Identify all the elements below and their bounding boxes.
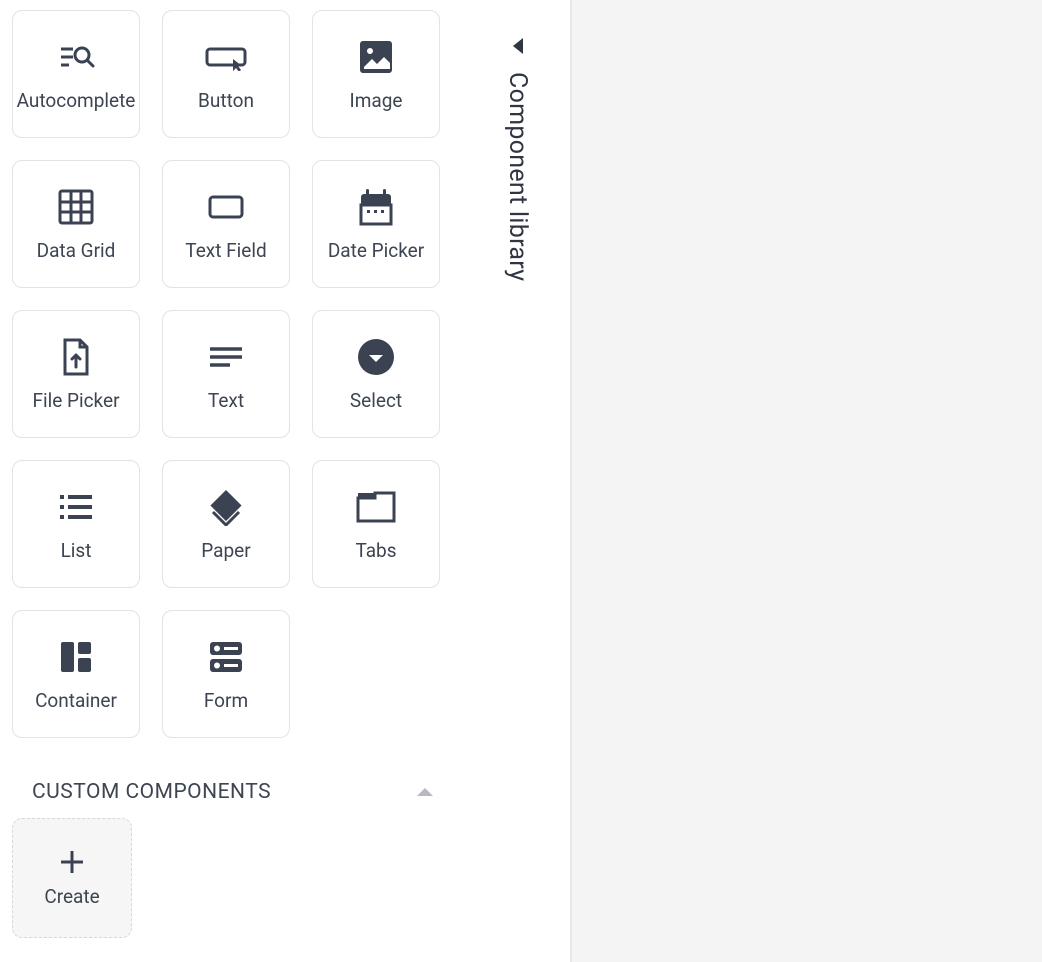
list-icon xyxy=(58,487,94,527)
component-list[interactable]: List xyxy=(12,460,140,588)
component-label: Image xyxy=(350,89,403,112)
form-icon xyxy=(208,637,244,677)
component-image[interactable]: Image xyxy=(312,10,440,138)
component-textfield[interactable]: Text Field xyxy=(162,160,290,288)
filepicker-icon xyxy=(60,337,92,377)
component-container[interactable]: Container xyxy=(12,610,140,738)
component-label: Tabs xyxy=(355,539,396,562)
component-paper[interactable]: Paper xyxy=(162,460,290,588)
component-label: Container xyxy=(35,689,117,712)
custom-section-header[interactable]: CUSTOM COMPONENTS xyxy=(12,780,453,818)
datagrid-icon xyxy=(57,187,95,227)
component-filepicker[interactable]: File Picker xyxy=(12,310,140,438)
component-button[interactable]: Button xyxy=(162,10,290,138)
custom-section-title: CUSTOM COMPONENTS xyxy=(32,780,271,804)
component-label: Text Field xyxy=(185,239,266,262)
container-icon xyxy=(59,637,93,677)
component-label: Text xyxy=(208,389,244,412)
component-tabs[interactable]: Tabs xyxy=(312,460,440,588)
sidebar-label-strip: Component library xyxy=(465,0,570,962)
component-label: File Picker xyxy=(32,389,119,412)
canvas-area[interactable] xyxy=(572,0,1042,962)
component-label: Data Grid xyxy=(37,239,116,262)
component-label: Paper xyxy=(201,539,250,562)
image-icon xyxy=(358,37,394,77)
component-label: Date Picker xyxy=(328,239,424,262)
chevron-up-icon[interactable] xyxy=(417,788,433,796)
datepicker-icon xyxy=(358,187,394,227)
plus-icon xyxy=(59,849,85,875)
paper-icon xyxy=(207,487,245,527)
component-autocomplete[interactable]: Autocomplete xyxy=(12,10,140,138)
component-datepicker[interactable]: Date Picker xyxy=(312,160,440,288)
create-label: Create xyxy=(44,885,99,908)
sidebar-title: Component library xyxy=(503,72,532,281)
component-form[interactable]: Form xyxy=(162,610,290,738)
component-select[interactable]: Select xyxy=(312,310,440,438)
tabs-icon xyxy=(355,487,397,527)
create-custom-component-button[interactable]: Create xyxy=(12,818,132,938)
textfield-icon xyxy=(208,187,244,227)
component-label: Button xyxy=(198,89,254,112)
component-label: Form xyxy=(204,689,248,712)
button-icon xyxy=(205,37,247,77)
component-label: List xyxy=(61,539,92,562)
component-grid: Autocomplete Button Image xyxy=(12,10,453,738)
text-icon xyxy=(208,337,244,377)
component-text[interactable]: Text xyxy=(162,310,290,438)
component-label: Autocomplete xyxy=(17,89,136,112)
select-icon xyxy=(357,337,395,377)
component-label: Select xyxy=(350,389,402,412)
component-datagrid[interactable]: Data Grid xyxy=(12,160,140,288)
collapse-panel-icon[interactable] xyxy=(513,38,523,54)
component-panel: Autocomplete Button Image xyxy=(0,0,465,962)
autocomplete-icon xyxy=(57,37,95,77)
